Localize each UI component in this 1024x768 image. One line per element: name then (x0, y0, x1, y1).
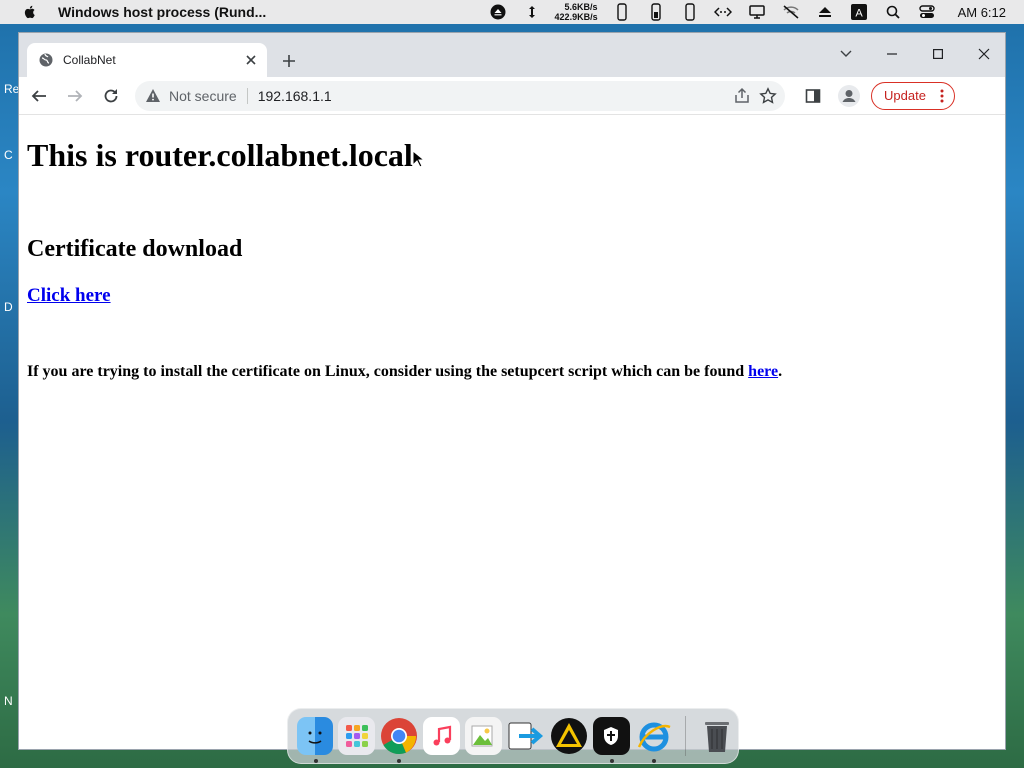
maximize-button[interactable] (915, 39, 961, 69)
network-speed: 5.6KB/s 422.9KB/s (555, 2, 598, 22)
apple-menu-icon[interactable] (22, 4, 38, 20)
more-menu-icon[interactable] (936, 89, 948, 103)
net-download-speed: 422.9KB/s (554, 12, 598, 22)
running-indicator (651, 759, 656, 763)
menu-bar-clock[interactable]: AM 6:12 (958, 5, 1006, 20)
back-button[interactable] (23, 80, 55, 112)
display-icon[interactable] (748, 3, 766, 21)
minimize-button[interactable] (869, 39, 915, 69)
input-source-icon[interactable]: A (850, 3, 868, 21)
setupcert-script-link[interactable]: here (748, 363, 778, 380)
address-bar[interactable]: Not secure 192.168.1.1 (135, 80, 785, 111)
certificate-download-link[interactable]: Click here (27, 285, 111, 307)
url-text[interactable]: 192.168.1.1 (258, 88, 332, 104)
desktop-item-label[interactable]: C (4, 148, 13, 162)
address-separator (246, 87, 248, 104)
phone-battery-icon[interactable] (612, 3, 630, 21)
finder-icon[interactable] (296, 717, 334, 763)
reload-button[interactable] (95, 80, 127, 112)
browser-toolbar: Not secure 192.168.1.1 Update (19, 77, 1005, 115)
menu-bar: Windows host process (Rund... 5.6KB/s 42… (0, 0, 1024, 24)
running-indicator (313, 759, 318, 763)
dock-separator (685, 716, 687, 756)
update-label: Update (884, 88, 926, 103)
tab-search-button[interactable] (823, 39, 869, 69)
linux-note-end: . (778, 363, 783, 380)
new-tab-button[interactable] (279, 51, 299, 71)
trash-icon[interactable] (699, 717, 736, 755)
side-panel-icon[interactable] (797, 80, 829, 112)
net-upload-speed: 5.6KB/s (564, 2, 598, 12)
shield-app-icon[interactable] (592, 717, 630, 763)
running-indicator (609, 759, 614, 763)
dock (287, 708, 739, 764)
control-center-icon[interactable] (918, 3, 936, 21)
profile-avatar-icon[interactable] (833, 80, 865, 112)
linux-note-text: If you are trying to install the certifi… (27, 363, 749, 380)
migration-icon[interactable] (507, 717, 545, 755)
desktop-item-label[interactable]: N (4, 694, 13, 708)
ie-icon[interactable] (635, 717, 673, 763)
preview-icon[interactable] (465, 717, 502, 755)
page-content: This is router.collabnet.local Certifica… (19, 137, 1005, 381)
certificate-download-heading: Certificate download (27, 236, 243, 262)
tab-collabnet[interactable]: CollabNet (27, 43, 267, 77)
sync-icon[interactable] (523, 3, 541, 21)
globe-icon (39, 53, 53, 67)
spotlight-search-icon[interactable] (884, 3, 902, 21)
code-arrows-icon[interactable] (713, 3, 732, 21)
active-app-title[interactable]: Windows host process (Rund... (58, 4, 266, 20)
share-icon[interactable] (733, 87, 751, 105)
update-button[interactable]: Update (871, 81, 955, 110)
wifi-off-icon[interactable] (782, 3, 800, 21)
running-indicator (397, 759, 402, 763)
phone-battery-icon-3[interactable] (680, 3, 698, 21)
svg-text:A: A (855, 8, 863, 20)
launchpad-icon[interactable] (338, 717, 376, 755)
music-icon[interactable] (423, 717, 461, 755)
eject-circle-icon[interactable] (489, 3, 507, 21)
eject-icon[interactable] (816, 3, 834, 21)
tab-title: CollabNet (63, 53, 116, 67)
tab-strip: CollabNet (19, 33, 1005, 77)
linux-note: If you are trying to install the certifi… (27, 363, 997, 381)
vlc-like-icon[interactable] (550, 717, 588, 755)
not-secure-label[interactable]: Not secure (169, 88, 237, 104)
close-window-button[interactable] (961, 39, 1005, 69)
forward-button[interactable] (59, 80, 91, 112)
close-tab-icon[interactable] (243, 52, 259, 68)
phone-battery-icon-2[interactable] (646, 3, 664, 21)
page-heading: This is router.collabnet.local (27, 137, 413, 173)
desktop-item-label[interactable]: D (4, 300, 13, 314)
mouse-cursor-icon (412, 150, 424, 168)
bookmark-star-icon[interactable] (759, 86, 777, 105)
warning-triangle-icon[interactable] (145, 88, 161, 104)
browser-window: CollabNet Not secure 192.168.1.1 Update … (18, 32, 1006, 750)
chrome-icon[interactable] (380, 717, 418, 763)
